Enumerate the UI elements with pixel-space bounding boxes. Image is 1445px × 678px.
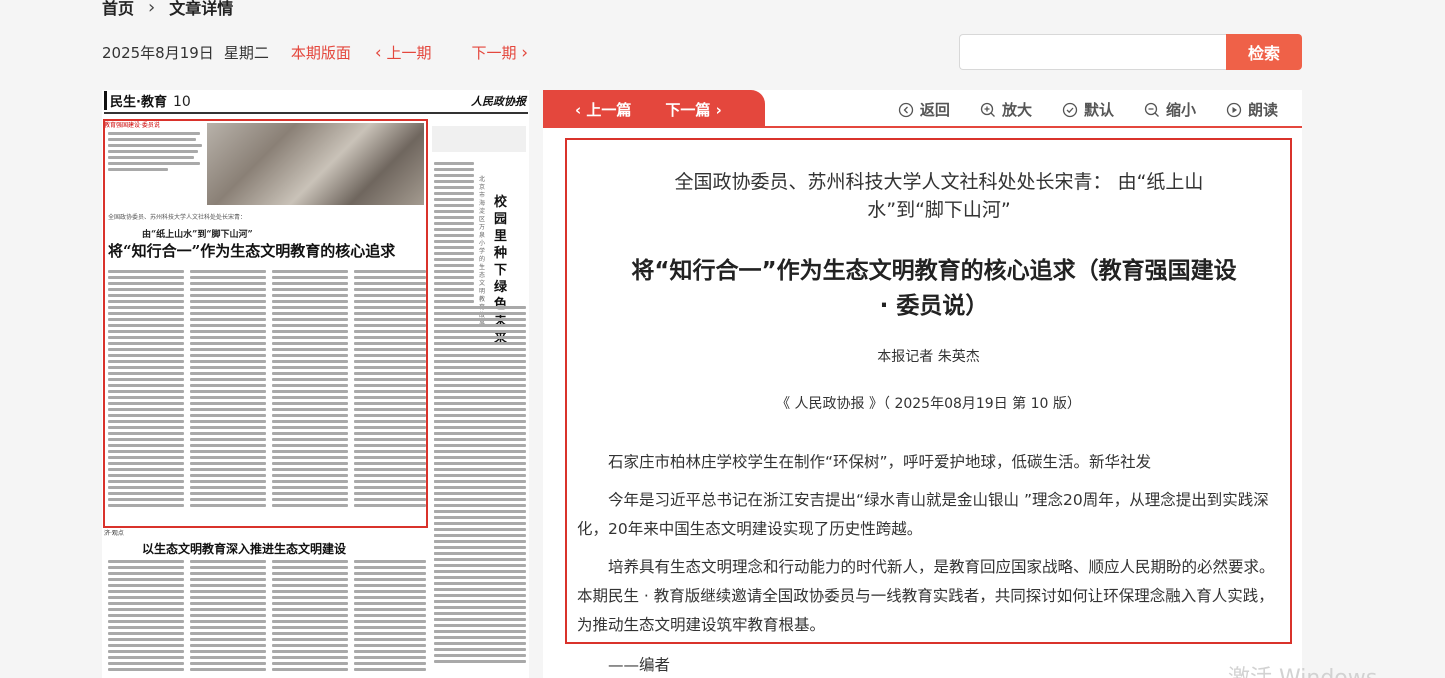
article-paragraph: 石家庄市柏林庄学校学生在制作“环保树”，呼吁爱护地球，低碳生活。新华社发	[608, 453, 1152, 471]
chevron-left-icon: ‹	[374, 43, 382, 63]
issue-date: 2025年8月19日	[102, 44, 214, 62]
prev-article-label: 上一篇	[586, 100, 632, 119]
newspaper-column	[272, 560, 348, 674]
newspaper-page-number: 10	[172, 94, 191, 110]
issue-toolbar: 2025年8月19日 星期二 本期版面 ‹ 上一期 下一期 ›	[102, 42, 528, 63]
newspaper-tag-bottom: 济·观点	[104, 530, 124, 537]
article-nav-tabs: ‹ 上一篇 下一篇 ›	[543, 90, 765, 128]
newspaper-masthead: 民生·教育 10 人民政协报	[104, 90, 528, 114]
newspaper-bottom-headline[interactable]: 以生态文明教育深入推进生态文明建设	[142, 540, 346, 557]
newspaper-section: 民生·教育	[104, 91, 167, 110]
breadcrumb-current: 文章详情	[169, 0, 234, 18]
default-size-button[interactable]: 默认	[1062, 99, 1114, 120]
newspaper-column	[190, 560, 266, 674]
zoom-in-label: 放大	[1001, 101, 1032, 119]
windows-activation-watermark: 激活 Windows	[1228, 660, 1377, 678]
read-aloud-button[interactable]: 朗读	[1226, 99, 1278, 120]
back-label: 返回	[919, 101, 950, 119]
play-icon	[1226, 102, 1242, 117]
breadcrumb-home[interactable]: 首页	[102, 0, 134, 19]
default-icon	[1062, 102, 1078, 117]
zoom-in-icon	[980, 102, 995, 117]
zoom-out-icon	[1144, 102, 1159, 117]
article-title: 将“知行合一”作为生态文明教育的核心追求（教育强国建设 · 委员说）	[631, 258, 1237, 319]
prev-article-button[interactable]: ‹ 上一篇	[575, 99, 631, 120]
newspaper-column	[108, 560, 184, 674]
reading-tools: 返回 放大 默认 缩小 朗读	[898, 99, 1278, 120]
current-edition-link[interactable]: 本期版面	[291, 42, 351, 63]
chevron-right-icon: ›	[148, 0, 156, 18]
default-label: 默认	[1083, 101, 1114, 119]
prev-issue-label: 上一期	[386, 44, 432, 62]
newspaper-column	[354, 560, 426, 674]
chevron-right-icon: ›	[521, 43, 529, 63]
back-button[interactable]: 返回	[898, 99, 950, 120]
article-paragraph: 培养具有生态文明理念和行动能力的时代新人，是教育回应国家战略、顺应人民期盼的必然…	[577, 558, 1275, 634]
zoom-out-button[interactable]: 缩小	[1144, 99, 1196, 120]
article-body: 石家庄市柏林庄学校学生在制作“环保树”，呼吁爱护地球，低碳生活。新华社发 今年是…	[577, 448, 1283, 649]
article-panel: ‹ 上一篇 下一篇 › 返回 放大 默认 缩小 朗读 全国政协委员、苏州科技大学…	[543, 90, 1302, 678]
article-source: 《 人民政协报 》（ 2025年08月19日 第 10 版）	[776, 396, 1081, 412]
article-subtitle: 全国政协委员、苏州科技大学人文社科处处长宋青： 由“纸上山水”到“脚下山河”	[674, 171, 1204, 221]
issue-weekday: 星期二	[223, 44, 269, 62]
prev-issue-link[interactable]: ‹ 上一期	[375, 42, 432, 63]
next-issue-label: 下一期	[471, 44, 517, 62]
search-button[interactable]: 检索	[1226, 34, 1302, 70]
editor-note: ——编者	[608, 656, 671, 674]
search-bar: 检索	[959, 34, 1302, 70]
search-input[interactable]	[959, 34, 1226, 70]
article-tabbar: ‹ 上一篇 下一篇 › 返回 放大 默认 缩小 朗读	[543, 90, 1302, 128]
newspaper-logo: 人民政协报	[471, 95, 526, 108]
article-paragraph: 今年是习近平总书记在浙江安吉提出“绿水青山就是金山银山 ”理念20周年，从理念提…	[577, 491, 1269, 538]
article-content: 全国政协委员、苏州科技大学人文社科处处长宋青： 由“纸上山水”到“脚下山河” 将…	[565, 138, 1292, 644]
next-issue-link[interactable]: 下一期 ›	[471, 42, 528, 63]
read-aloud-label: 朗读	[1247, 101, 1278, 119]
article-byline: 本报记者 朱英杰	[877, 349, 980, 365]
newspaper-column	[434, 306, 526, 666]
zoom-in-button[interactable]: 放大	[980, 99, 1032, 120]
newspaper-page-image[interactable]: 民生·教育 10 人民政协报 教育强国建设·委员说 全国政协委员、苏州科技大学人…	[102, 90, 529, 678]
next-article-label: 下一篇	[665, 100, 711, 119]
next-article-button[interactable]: 下一篇 ›	[665, 99, 721, 120]
selected-article-highlight[interactable]	[103, 119, 428, 528]
zoom-out-label: 缩小	[1165, 101, 1196, 119]
back-icon	[898, 102, 914, 117]
breadcrumb: 首页 › 文章详情	[102, 0, 233, 19]
newspaper-sidebar-header	[432, 126, 526, 152]
